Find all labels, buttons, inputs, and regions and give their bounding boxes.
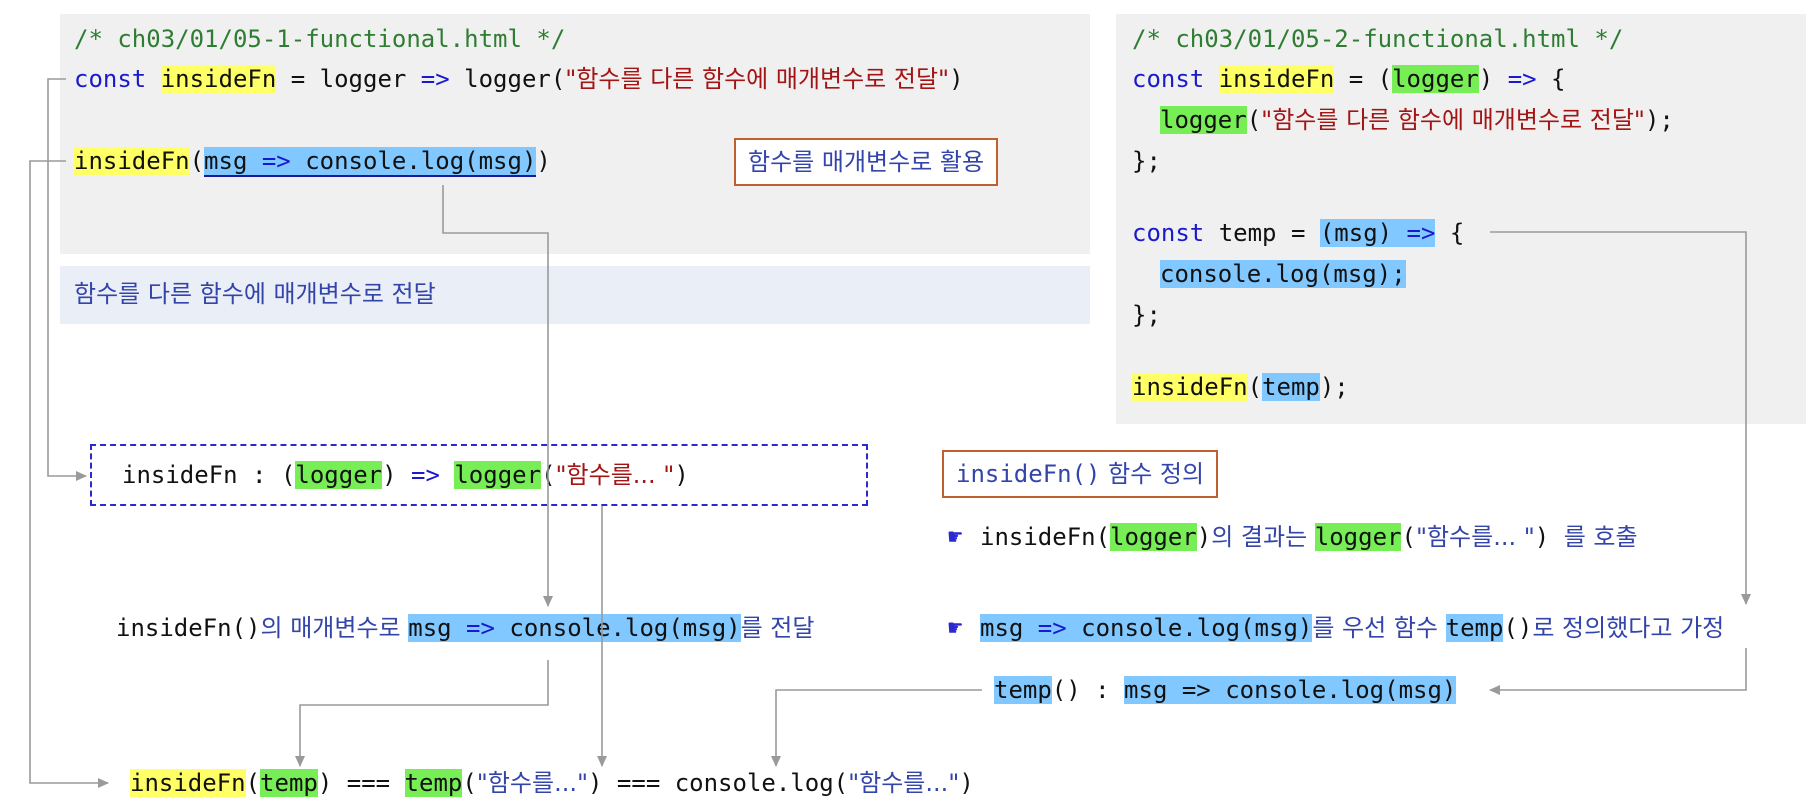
connector-call-to-result xyxy=(29,160,109,788)
connector-arg-to-note3 xyxy=(442,185,553,607)
connector-lines xyxy=(29,78,1751,788)
connector-temp-to-note2 xyxy=(1490,231,1751,605)
connector-const-to-dashed xyxy=(47,78,87,481)
connector-note3-to-result xyxy=(295,660,549,767)
connector-tempdef-to-result xyxy=(771,689,982,767)
connector-note2-to-tempdef xyxy=(1489,648,1747,695)
